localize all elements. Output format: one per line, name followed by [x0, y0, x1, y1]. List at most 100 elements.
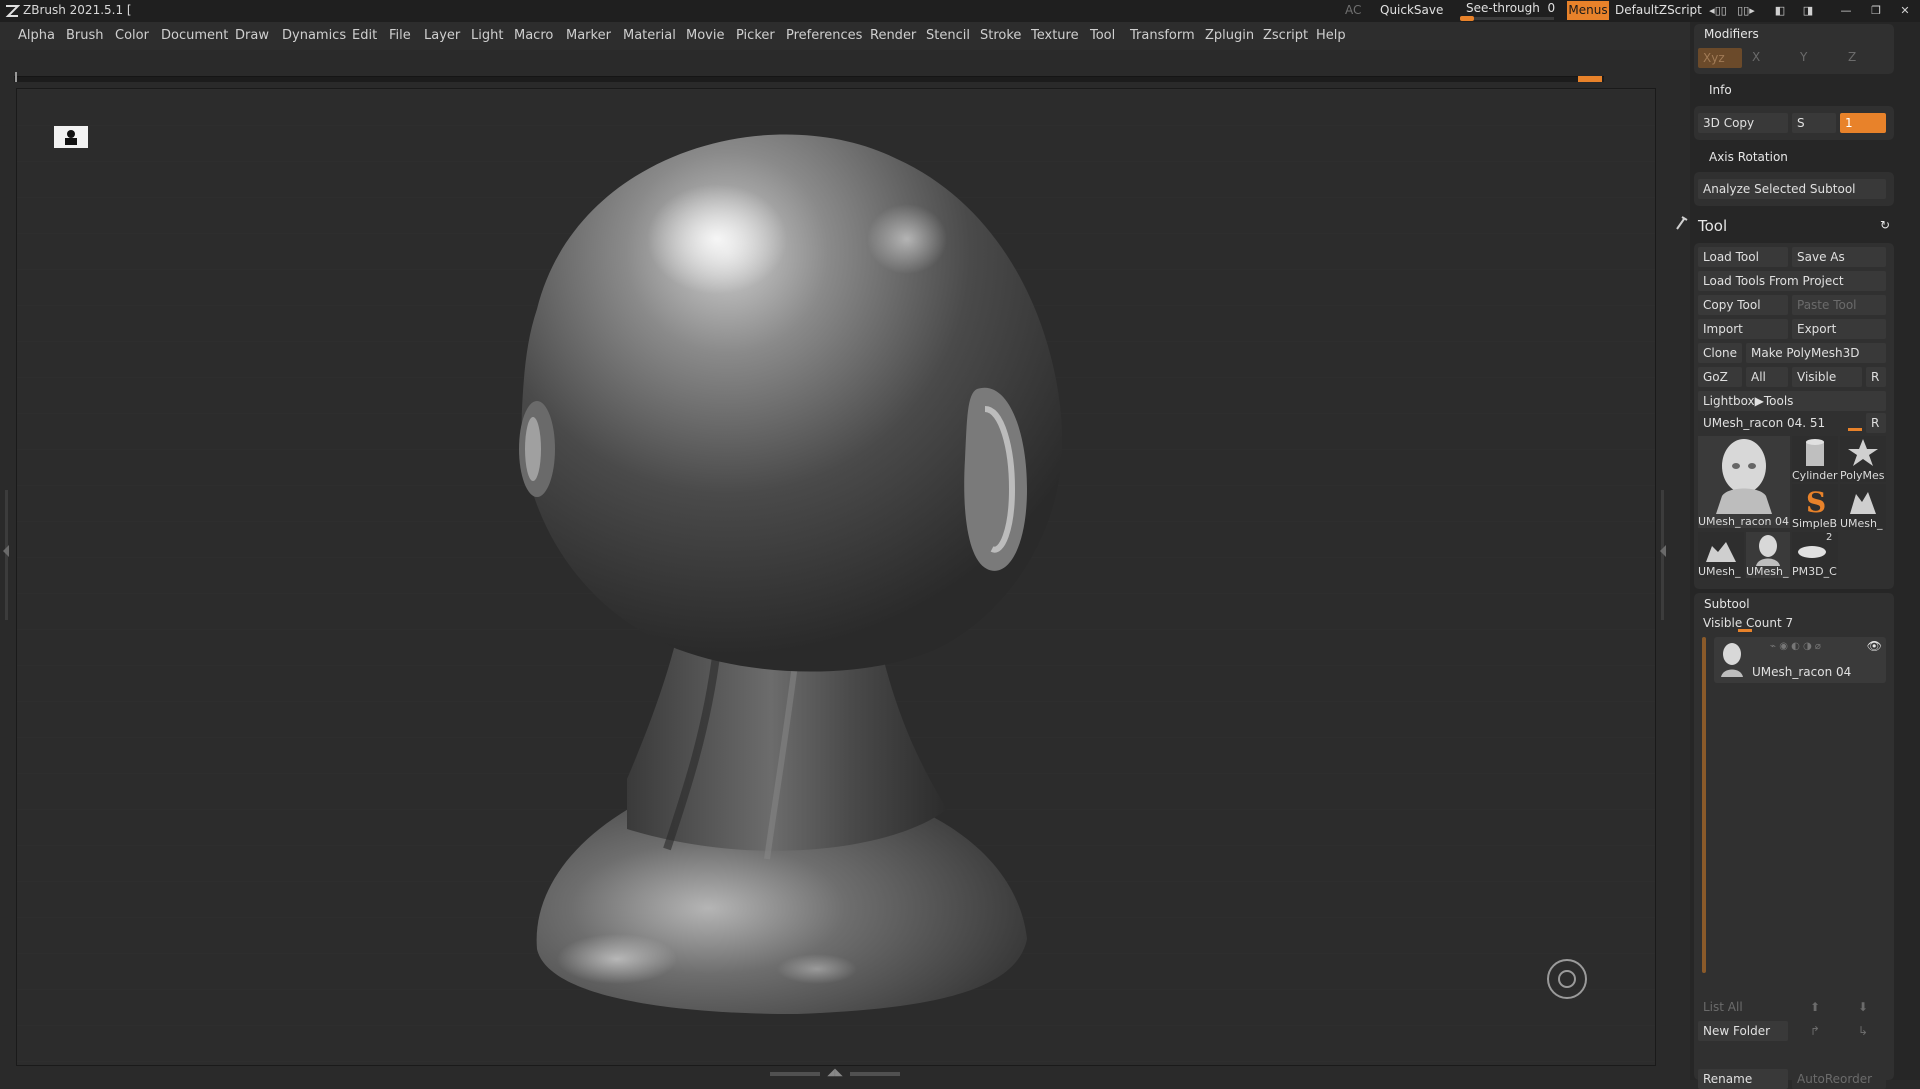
menu-movie[interactable]: Movie [686, 28, 724, 43]
load-tools-from-project-button[interactable]: Load Tools From Project [1698, 271, 1886, 291]
rename-button[interactable]: Rename [1698, 1069, 1788, 1089]
menu-transform[interactable]: Transform [1130, 28, 1195, 43]
tool-thumb-umesh-3[interactable]: UMesh_ [1746, 532, 1790, 578]
close-icon[interactable]: ✕ [1895, 2, 1915, 20]
minimize-icon[interactable]: — [1836, 2, 1856, 20]
folder-forward-icon[interactable]: ↱ [1792, 1021, 1838, 1041]
menu-help[interactable]: Help [1316, 28, 1346, 43]
menu-macro[interactable]: Macro [514, 28, 553, 43]
tool-thumb-pm3d[interactable]: 2 PM3D_C [1792, 532, 1838, 578]
tool-thumb-umesh-2[interactable]: UMesh_ [1698, 532, 1744, 578]
autoreorder-button[interactable]: AutoReorder [1792, 1069, 1886, 1089]
folder-in-icon[interactable]: ↳ [1840, 1021, 1886, 1041]
see-through-knob[interactable] [1460, 16, 1474, 21]
shelf-active-marker[interactable] [1578, 76, 1602, 82]
axis-rotation-title[interactable]: Axis Rotation [1709, 150, 1788, 164]
menu-alpha[interactable]: Alpha [18, 28, 55, 43]
tool-thumb-polymesh[interactable]: PolyMes [1840, 436, 1886, 482]
tool-title[interactable]: Tool [1698, 217, 1727, 235]
current-tool-slider[interactable]: UMesh_racon 04. 51 [1698, 413, 1862, 433]
subtool-scrollbar[interactable] [1702, 637, 1706, 973]
see-through-slider[interactable]: See-through 0 [1460, 0, 1555, 22]
menu-marker[interactable]: Marker [566, 28, 611, 43]
analyze-subtool-button[interactable]: Analyze Selected Subtool [1698, 179, 1886, 199]
save-as-button[interactable]: Save As [1792, 247, 1886, 267]
import-button[interactable]: Import [1698, 319, 1788, 339]
menu-brush[interactable]: Brush [66, 28, 104, 43]
move-up-arrow-icon[interactable]: ⬆ [1792, 997, 1838, 1017]
quicksave-button[interactable]: QuickSave [1380, 3, 1443, 17]
subtool-title[interactable]: Subtool [1704, 597, 1750, 611]
perspective-camera-icon[interactable] [54, 126, 88, 148]
list-all-button[interactable]: List All [1698, 997, 1788, 1017]
menu-preferences[interactable]: Preferences [786, 28, 862, 43]
menus-toggle-button[interactable]: Menus [1567, 1, 1609, 20]
export-button[interactable]: Export [1792, 319, 1886, 339]
menu-file[interactable]: File [389, 28, 411, 43]
layout-wide-icon[interactable]: ▯▯▸ [1736, 2, 1756, 20]
subtool-toggle-icons[interactable]: ⌁ ◉ ◐ ◑ ⌀ [1770, 641, 1821, 652]
tool-thumb-simplebrush[interactable]: S SimpleB [1792, 484, 1838, 530]
goz-visible-button[interactable]: Visible [1792, 367, 1862, 387]
info-title[interactable]: Info [1709, 83, 1732, 97]
left-tray-handle[interactable] [3, 490, 10, 620]
new-folder-button[interactable]: New Folder [1698, 1021, 1788, 1041]
bottom-tray-handle[interactable]: ◢◣ [770, 1068, 900, 1080]
sculpt-model[interactable] [17, 89, 1657, 1067]
menu-material[interactable]: Material [623, 28, 676, 43]
menu-picker[interactable]: Picker [736, 28, 775, 43]
goz-r-button[interactable]: R [1866, 367, 1886, 387]
document-canvas[interactable] [16, 88, 1656, 1066]
modifier-xyz-button[interactable]: Xyz [1698, 48, 1742, 68]
tool-thumb-cylinder[interactable]: Cylinder [1792, 436, 1838, 482]
make-polymesh3d-button[interactable]: Make PolyMesh3D [1746, 343, 1886, 363]
see-through-track[interactable] [1460, 17, 1554, 20]
current-tool-r-button[interactable]: R [1866, 413, 1886, 433]
clone-button[interactable]: Clone [1698, 343, 1742, 363]
modifier-x-button[interactable]: X [1752, 50, 1760, 64]
default-zscript-button[interactable]: DefaultZScript [1615, 3, 1702, 17]
menu-tool[interactable]: Tool [1090, 28, 1115, 43]
menu-zplugin[interactable]: Zplugin [1205, 28, 1254, 43]
subtool-item[interactable]: ⌁ ◉ ◐ ◑ ⌀ 👁 UMesh_racon 04 [1714, 637, 1886, 683]
ui-layout-icon[interactable]: ◨ [1798, 2, 1818, 20]
menu-stencil[interactable]: Stencil [926, 28, 970, 43]
lightbox-tools-button[interactable]: Lightbox▶Tools [1698, 391, 1886, 411]
modifier-y-button[interactable]: Y [1800, 50, 1807, 64]
current-tool-knob[interactable] [1848, 428, 1862, 431]
ac-indicator[interactable]: AC [1345, 3, 1361, 17]
tool-refresh-icon[interactable]: ↻ [1880, 218, 1890, 232]
copy3d-s-button[interactable]: S [1792, 113, 1836, 133]
copy3d-button[interactable]: 3D Copy [1698, 113, 1788, 133]
goz-button[interactable]: GoZ [1698, 367, 1742, 387]
transpose-gizmo-icon[interactable] [1547, 959, 1587, 999]
visible-count-slider[interactable]: Visible Count 7 [1698, 613, 1886, 633]
menu-color[interactable]: Color [115, 28, 149, 43]
ui-swap-icon[interactable]: ◧ [1770, 2, 1790, 20]
menu-stroke[interactable]: Stroke [980, 28, 1021, 43]
restore-icon[interactable]: ❐ [1866, 2, 1886, 20]
layout-narrow-icon[interactable]: ◂▯▯ [1708, 2, 1728, 20]
goz-all-button[interactable]: All [1746, 367, 1788, 387]
load-tool-button[interactable]: Load Tool [1698, 247, 1788, 267]
tool-palette-icon[interactable] [1674, 215, 1690, 231]
menu-document[interactable]: Document [161, 28, 228, 43]
tool-thumb-umesh-racon[interactable]: UMesh_racon 04 [1698, 436, 1790, 528]
menu-render[interactable]: Render [870, 28, 916, 43]
menu-light[interactable]: Light [471, 28, 503, 43]
subtool-visibility-eye-icon[interactable]: 👁 [1867, 639, 1882, 653]
menu-edit[interactable]: Edit [352, 28, 377, 43]
right-tray-handle[interactable] [1659, 490, 1667, 620]
menu-dynamics[interactable]: Dynamics [282, 28, 346, 43]
copy3d-value-field[interactable]: 1 [1840, 113, 1886, 133]
visible-count-knob[interactable] [1738, 629, 1752, 632]
menu-zscript[interactable]: Zscript [1263, 28, 1308, 43]
paste-tool-button[interactable]: Paste Tool [1792, 295, 1886, 315]
menu-layer[interactable]: Layer [424, 28, 460, 43]
menu-texture[interactable]: Texture [1031, 28, 1079, 43]
modifier-z-button[interactable]: Z [1848, 50, 1856, 64]
tool-thumb-umesh-1[interactable]: UMesh_ [1840, 484, 1886, 530]
menu-draw[interactable]: Draw [235, 28, 269, 43]
move-down-arrow-icon[interactable]: ⬇ [1840, 997, 1886, 1017]
copy-tool-button[interactable]: Copy Tool [1698, 295, 1788, 315]
